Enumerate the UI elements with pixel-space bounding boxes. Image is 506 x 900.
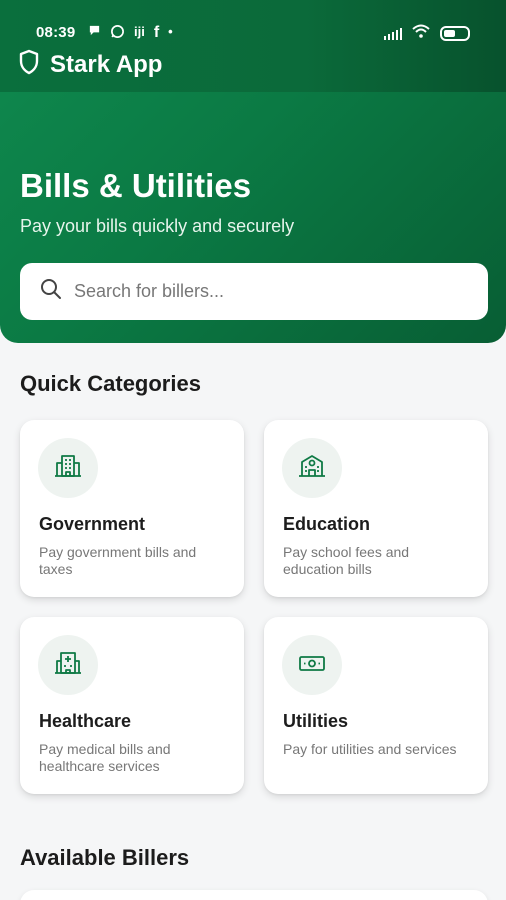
biller-list-item[interactable] <box>20 890 488 900</box>
search-icon <box>40 278 62 305</box>
status-time: 08:39 <box>36 24 76 41</box>
app-icon: iji <box>134 24 145 39</box>
category-title: Government <box>39 514 146 534</box>
category-icon-circle <box>38 438 98 498</box>
category-description: Pay school fees and education bills <box>283 544 410 577</box>
category-card-healthcare[interactable]: Healthcare Pay medical bills and healthc… <box>20 617 244 794</box>
category-card-government[interactable]: Government Pay government bills and taxe… <box>20 420 244 597</box>
search-input[interactable] <box>74 281 454 302</box>
category-description: Pay government bills and taxes <box>39 544 197 577</box>
message-bubble-icon <box>88 24 101 42</box>
category-card-education[interactable]: Education Pay school fees and education … <box>264 420 488 597</box>
category-card-utilities[interactable]: Utilities Pay for utilities and services <box>264 617 488 794</box>
cash-icon <box>297 648 327 683</box>
building-icon <box>53 451 83 486</box>
facebook-icon: f <box>153 24 160 41</box>
dot-icon: • <box>168 24 173 39</box>
category-title: Healthcare <box>39 711 132 731</box>
signal-icon <box>384 27 402 40</box>
whatsapp-icon <box>110 24 125 42</box>
category-icon-circle <box>282 635 342 695</box>
school-icon <box>297 451 327 486</box>
app-title: Stark App <box>50 50 163 78</box>
available-billers-title: Available Billers <box>20 845 190 870</box>
quick-categories-title: Quick Categories <box>20 371 201 396</box>
search-bar[interactable] <box>20 263 488 320</box>
category-icon-circle <box>282 438 342 498</box>
category-description: Pay medical bills and healthcare service… <box>39 741 171 774</box>
notification-icons: iji f • <box>88 24 173 42</box>
category-description: Pay for utilities and services <box>283 741 457 757</box>
category-icon-circle <box>38 635 98 695</box>
wifi-icon <box>412 24 430 43</box>
category-title: Education <box>283 514 371 534</box>
hospital-icon <box>53 648 83 683</box>
page-subtitle: Pay your bills quickly and securely <box>20 216 295 236</box>
shield-icon <box>18 49 40 80</box>
app-bar: Stark App <box>18 49 162 80</box>
system-icons <box>384 24 470 43</box>
status-bar: 08:39 iji f • <box>0 0 506 44</box>
category-title: Utilities <box>283 711 349 731</box>
page-title: Bills & Utilities <box>20 167 252 204</box>
battery-icon <box>440 26 470 41</box>
